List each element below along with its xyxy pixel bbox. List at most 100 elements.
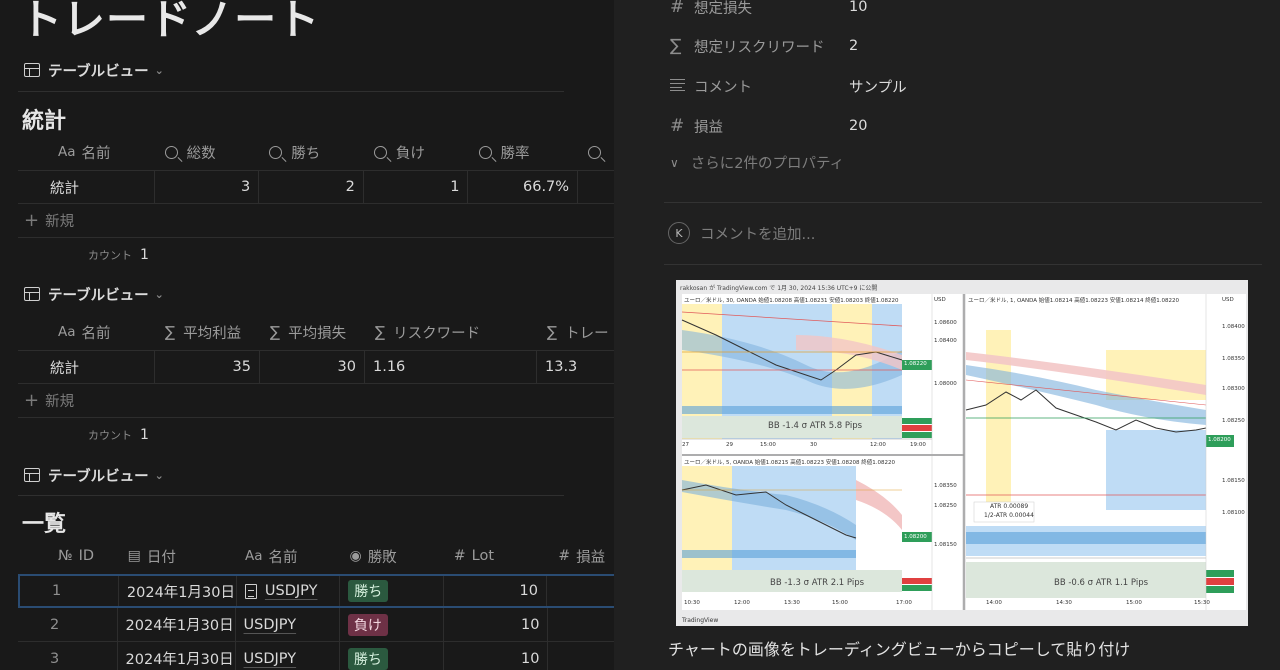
- image-caption: チャートの画像をトレーディングビューからコピーして貼り付け: [668, 640, 1131, 659]
- price-tick: 1.08250: [934, 503, 957, 509]
- cell-winrate[interactable]: 66.7%: [468, 171, 579, 203]
- col-date[interactable]: ▤ 日付: [118, 538, 235, 574]
- table-row[interactable]: 2 2024年1月30日 USDJPY 負け 10: [18, 608, 614, 642]
- table-row[interactable]: 3 2024年1月30日 USDJPY 勝ち 10: [18, 642, 614, 670]
- cell-id[interactable]: 1: [20, 576, 119, 606]
- cell-lot[interactable]: 10: [444, 608, 549, 641]
- header-row: Aa 名前 ∑ 平均利益 ∑ 平均損失 ∑ リスクワード ∑ トレー: [18, 314, 614, 350]
- count-summary[interactable]: カウント 1: [18, 418, 614, 452]
- cell-lot[interactable]: 10: [444, 642, 549, 670]
- comment-input[interactable]: K コメントを追加...: [668, 222, 815, 244]
- time-tick: 14:00: [986, 600, 1002, 606]
- trade-list-table: № ID ▤ 日付 Aa 名前 ◉ 勝敗 # Lot # 損益 1 2024年1月30日 U…: [18, 538, 614, 670]
- cell-lot[interactable]: 10: [444, 576, 547, 606]
- col-name[interactable]: Aa 名前: [18, 314, 155, 350]
- price-tick: 1.08220: [904, 361, 927, 367]
- cell-avg-profit[interactable]: 35: [155, 351, 260, 383]
- col-id[interactable]: № ID: [18, 538, 118, 574]
- view-tab-1[interactable]: テーブルビュー ⌄: [24, 58, 164, 82]
- col-riskreward[interactable]: ∑ リスクワード: [365, 314, 537, 350]
- hash-icon: #: [558, 548, 571, 564]
- database-pane: トレードノート テーブルビュー ⌄ 統計 Aa 名前 総数 勝ち 負け 勝率 統計…: [0, 0, 614, 670]
- cell-losses[interactable]: 1: [364, 171, 469, 203]
- price-tick: 1.08350: [1222, 356, 1245, 362]
- panel-c-title: ユーロ／米ドル, 5, OANDA 始値1.08215 高値1.08223 安値…: [684, 460, 895, 466]
- sigma-icon: ∑: [670, 36, 682, 56]
- col-avg-loss[interactable]: ∑ 平均損失: [260, 314, 365, 350]
- col-winrate[interactable]: 勝率: [469, 134, 579, 170]
- cell-name[interactable]: 統計: [18, 171, 155, 203]
- cell-date[interactable]: 2024年1月30日: [118, 642, 236, 670]
- cell-riskreward[interactable]: 1.16: [365, 351, 537, 383]
- status-badge: 負け: [347, 613, 388, 636]
- cell-pnl[interactable]: [548, 642, 614, 670]
- cell-result[interactable]: 勝ち: [340, 642, 445, 670]
- table-row[interactable]: 統計 3 2 1 66.7%: [18, 170, 614, 204]
- time-tick: 14:30: [1056, 600, 1072, 606]
- price-tick: 1.08400: [1222, 324, 1245, 330]
- sigma-icon: ∑: [165, 323, 176, 341]
- cell-name[interactable]: USDJPY: [236, 608, 340, 641]
- price-tick: 1.08300: [1222, 386, 1245, 392]
- cell-total[interactable]: 3: [155, 171, 260, 203]
- search-icon: [588, 145, 602, 159]
- sigma-icon: ∑: [375, 323, 386, 341]
- new-row-button[interactable]: + 新規: [18, 384, 614, 418]
- cell-id[interactable]: 2: [18, 608, 118, 641]
- col-avg-profit[interactable]: ∑ 平均利益: [155, 314, 260, 350]
- col-losses[interactable]: 負け: [364, 134, 469, 170]
- cell-name[interactable]: USDJPY: [237, 576, 341, 606]
- cell-name[interactable]: 統計: [18, 351, 155, 383]
- time-tick: 13:30: [784, 600, 800, 606]
- col-trade[interactable]: ∑ トレー: [537, 314, 614, 350]
- cell-date[interactable]: 2024年1月30日: [118, 608, 236, 641]
- more-properties-toggle[interactable]: ∨ さらに2件のプロパティ: [670, 152, 844, 173]
- cell-trade[interactable]: 13.3: [537, 351, 614, 383]
- panel-a-title: ユーロ／米ドル, 30, OANDA 始値1.08208 高値1.08231 安…: [684, 298, 899, 304]
- cell-wins[interactable]: 2: [259, 171, 364, 203]
- table-row[interactable]: 1 2024年1月30日 USDJPY 勝ち 10: [18, 574, 614, 608]
- cell-result[interactable]: 勝ち: [340, 576, 444, 606]
- property-row[interactable]: コメント サンプル: [670, 71, 907, 101]
- cell-result[interactable]: 負け: [340, 608, 445, 641]
- view-tab-3[interactable]: テーブルビュー ⌄: [24, 463, 164, 487]
- price-tick: 1.08350: [934, 483, 957, 489]
- page-peek-panel: # 想定損失 10 ∑ 想定リスクリワード 2 コメント サンプル # 損益 2…: [614, 0, 1280, 670]
- cell-pnl[interactable]: [548, 608, 614, 641]
- time-tick: 15:00: [1126, 600, 1142, 606]
- property-row[interactable]: # 損益 20: [670, 111, 867, 141]
- search-icon: [373, 145, 387, 159]
- time-tick: 19:00: [910, 442, 926, 448]
- view-tab-2[interactable]: テーブルビュー ⌄: [24, 282, 164, 306]
- col-wins[interactable]: 勝ち: [259, 134, 364, 170]
- chart-image[interactable]: rakkosan が TradingView.com で 1月 30, 2024…: [676, 280, 1248, 626]
- cell-id[interactable]: 3: [18, 642, 118, 670]
- count-summary[interactable]: カウント 1: [18, 238, 614, 272]
- price-tick: 1.08100: [1222, 510, 1245, 516]
- col-lot[interactable]: # Lot: [444, 538, 548, 574]
- cell-name[interactable]: USDJPY: [236, 642, 340, 670]
- avatar: K: [668, 222, 690, 244]
- property-row[interactable]: # 想定損失 10: [670, 0, 867, 22]
- time-tick: 27: [682, 442, 689, 448]
- id-icon: №: [58, 548, 73, 564]
- col-more[interactable]: [578, 134, 614, 170]
- table-row[interactable]: 統計 35 30 1.16 13.3: [18, 350, 614, 384]
- col-name[interactable]: Aa 名前: [235, 538, 339, 574]
- chevron-down-icon: ⌄: [154, 287, 164, 301]
- cell-avg-loss[interactable]: 30: [260, 351, 365, 383]
- col-name[interactable]: Aa 名前: [18, 134, 155, 170]
- table-icon: [24, 287, 40, 301]
- price-tick: 1.08200: [1208, 437, 1231, 443]
- col-result[interactable]: ◉ 勝敗: [339, 538, 443, 574]
- stats-table-2: Aa 名前 ∑ 平均利益 ∑ 平均損失 ∑ リスクワード ∑ トレー 統計 35 30 1…: [18, 314, 614, 452]
- cell-date[interactable]: 2024年1月30日: [119, 576, 237, 606]
- col-total[interactable]: 総数: [155, 134, 260, 170]
- cell-empty[interactable]: [578, 171, 614, 203]
- price-tick: 1.08400: [934, 338, 957, 344]
- col-pnl[interactable]: # 損益: [548, 538, 614, 574]
- cell-pnl[interactable]: [547, 576, 614, 606]
- new-row-button[interactable]: + 新規: [18, 204, 614, 238]
- property-row[interactable]: ∑ 想定リスクリワード 2: [670, 31, 858, 61]
- panel-c-indicator: BB -1.3 σ ATR 2.1 Pips: [770, 578, 865, 588]
